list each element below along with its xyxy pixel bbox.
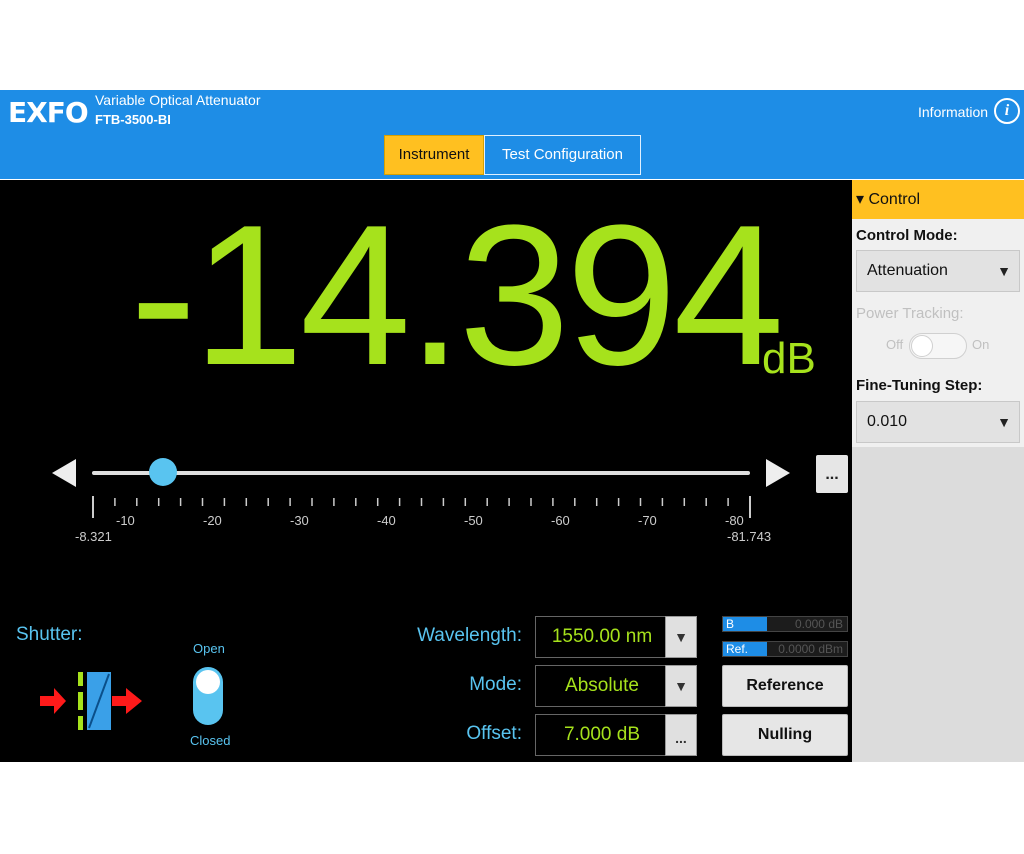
mode-field[interactable]: Absolute [535, 665, 669, 707]
scale-tick-label: -80 [725, 513, 744, 528]
shutter-closed-label: Closed [190, 733, 231, 748]
ref-status-key: Ref. [723, 642, 767, 656]
information-link[interactable]: Information [918, 104, 988, 120]
app-title: Variable Optical Attenuator [95, 92, 261, 108]
wavelength-field[interactable]: 1550.00 nm [535, 616, 669, 658]
power-tracking-off-label: Off [886, 337, 904, 352]
info-icon[interactable]: i [994, 98, 1020, 124]
scale-tick-label: -10 [116, 513, 135, 528]
scale-tick-label: -60 [551, 513, 570, 528]
b-status: B 0.000 dB [722, 616, 848, 632]
fine-tuning-step-value: 0.010 [867, 413, 908, 430]
slider-more-button[interactable]: ... [816, 455, 848, 493]
fine-tuning-step-label: Fine-Tuning Step: [856, 377, 983, 394]
offset-label: Offset: [466, 723, 522, 744]
exfo-logo: EXFO [8, 96, 89, 129]
tab-instrument[interactable]: Instrument [384, 135, 484, 175]
slider-increase-arrow-icon[interactable] [766, 459, 790, 487]
scale-labels: -8.321 -10 -20 -30 -40 -50 -60 -70 -80 -… [75, 494, 780, 554]
reading-unit: dB [762, 334, 816, 383]
shutter-label: Shutter: [16, 624, 83, 645]
app-model: FTB-3500-BI [95, 112, 171, 127]
attenuation-slider-thumb[interactable] [149, 458, 177, 486]
scale-tick-label: -70 [638, 513, 657, 528]
scale-tick-label: -20 [203, 513, 222, 528]
ref-status-value: 0.0000 dBm [778, 642, 843, 656]
scale-tick-label: -50 [464, 513, 483, 528]
offset-field[interactable]: 7.000 dB [535, 714, 669, 756]
mode-label: Mode: [469, 674, 522, 695]
reference-button[interactable]: Reference [722, 665, 848, 707]
control-mode-select[interactable]: Attenuation ▼ [856, 250, 1020, 292]
fine-tuning-step-select[interactable]: 0.010 ▼ [856, 401, 1020, 443]
slider-decrease-arrow-icon[interactable] [52, 459, 76, 487]
scale-tick-label: -40 [377, 513, 396, 528]
control-section-header[interactable]: ▾ Control [852, 180, 1024, 219]
ref-status: Ref. 0.0000 dBm [722, 641, 848, 657]
attenuation-slider-track[interactable] [92, 471, 750, 475]
wavelength-dropdown-button[interactable]: ▼ [665, 616, 697, 658]
nulling-button[interactable]: Nulling [722, 714, 848, 756]
power-tracking-on-label: On [972, 337, 990, 352]
chevron-down-icon: ▼ [997, 414, 1011, 430]
scale-min-label: -8.321 [75, 529, 112, 544]
power-tracking-label: Power Tracking: [856, 305, 964, 322]
shutter-open-label: Open [193, 641, 225, 656]
scale-tick-label: -30 [290, 513, 309, 528]
chevron-down-icon: ▼ [997, 263, 1011, 279]
control-mode-label: Control Mode: [856, 227, 958, 244]
shutter-icon [40, 672, 142, 730]
b-status-key: B [723, 617, 767, 631]
wavelength-label: Wavelength: [417, 625, 522, 646]
b-status-value: 0.000 dB [794, 617, 843, 631]
power-tracking-toggle-knob [911, 335, 933, 357]
offset-more-button[interactable]: ... [665, 714, 697, 756]
control-mode-value: Attenuation [867, 262, 948, 279]
attenuation-reading: -14.394 [130, 184, 784, 407]
tab-test-configuration[interactable]: Test Configuration [484, 135, 641, 175]
shutter-toggle-knob[interactable] [196, 670, 220, 694]
scale-max-label: -81.743 [727, 529, 772, 544]
mode-dropdown-button[interactable]: ▼ [665, 665, 697, 707]
